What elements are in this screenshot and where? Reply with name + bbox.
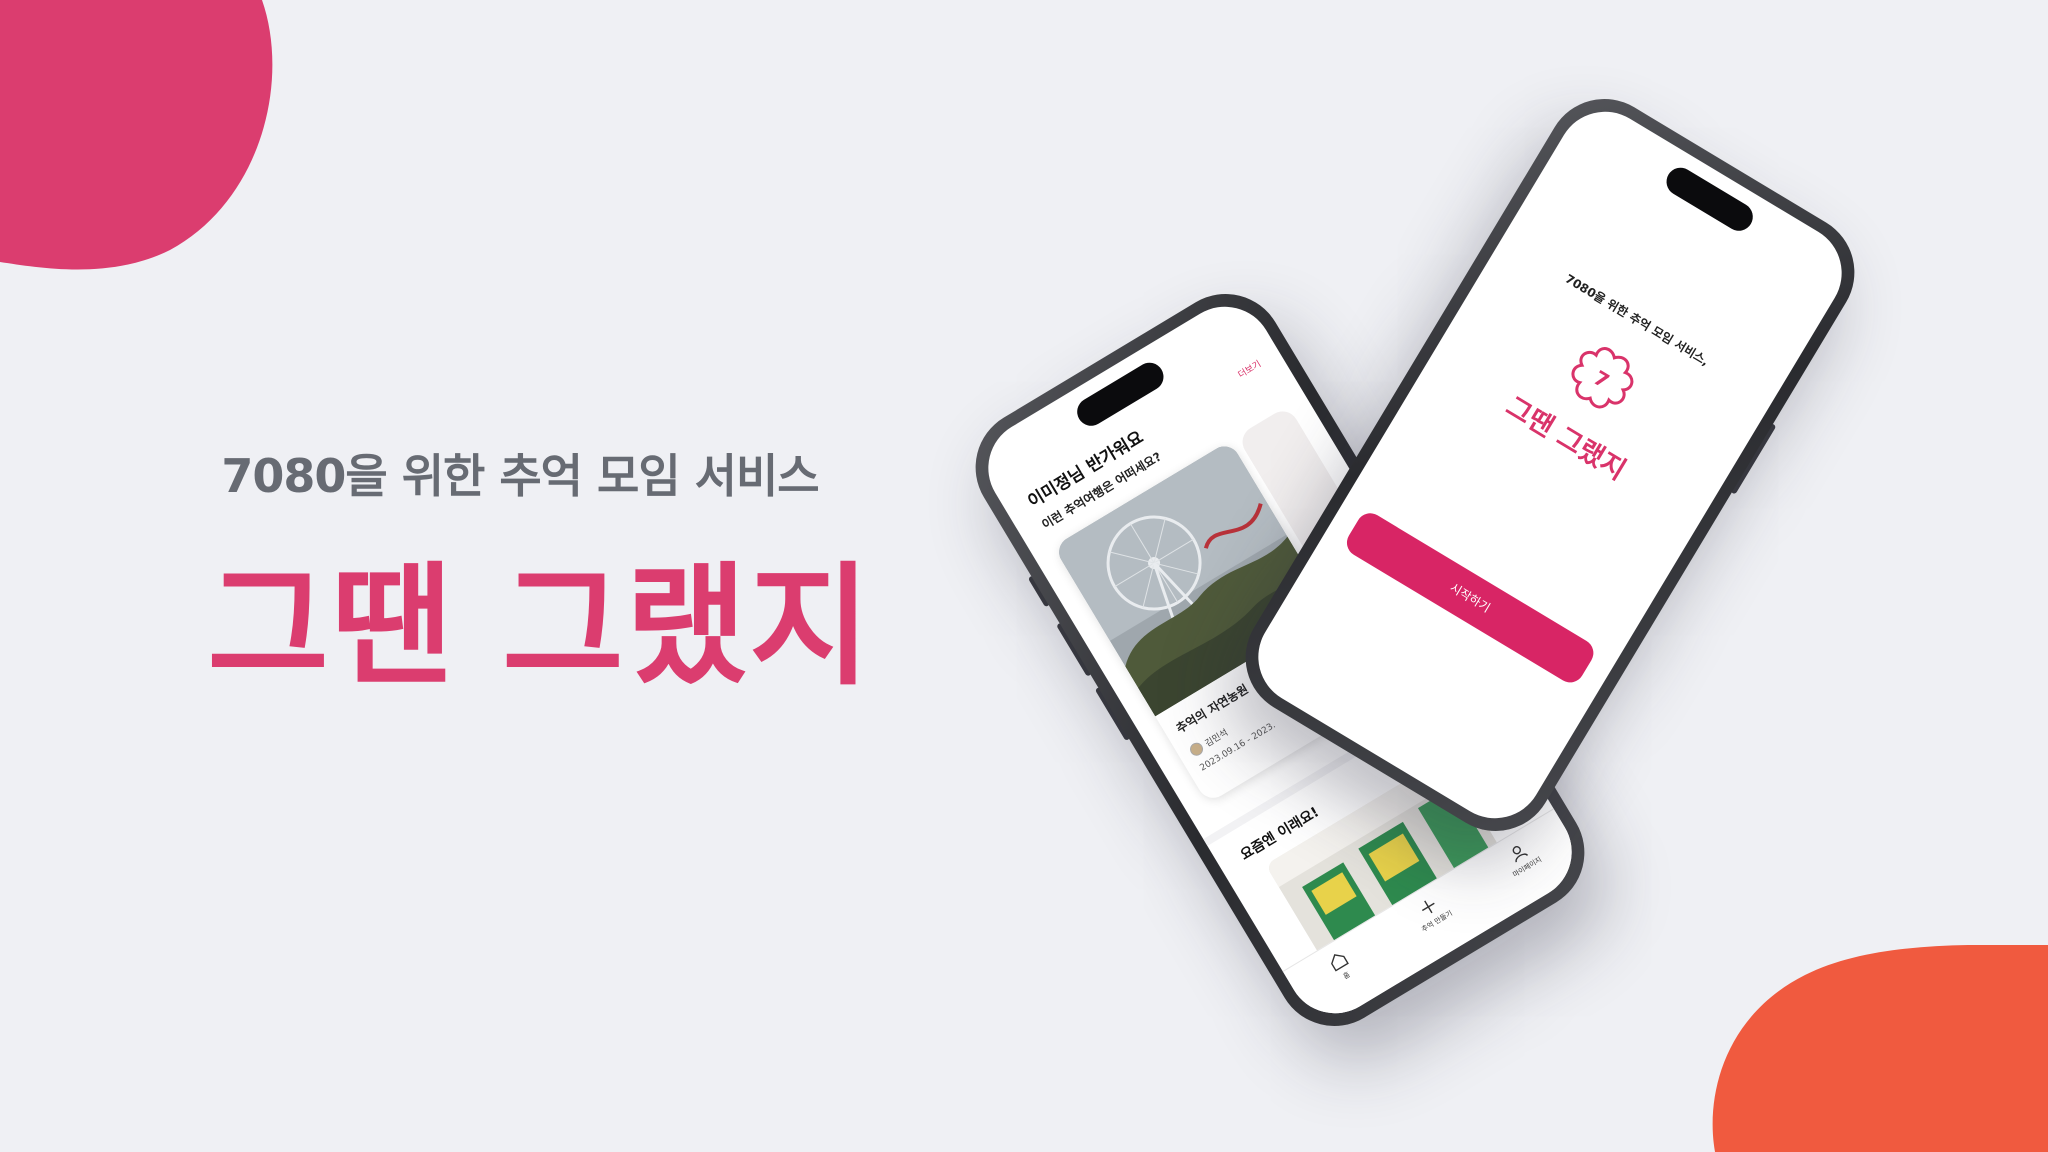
card-author: 김민석 [1203, 727, 1230, 749]
decorative-pink-blob [0, 0, 273, 270]
app-promo-banner: 7080을 위한 추억 모임 서비스 그땐 그랬지 이미정님 반가워요 더보기 … [0, 0, 2048, 1152]
avatar [1187, 739, 1206, 758]
hero-title: 그땐 그랬지 [207, 550, 873, 704]
decorative-orange-blob [1712, 945, 2048, 1152]
svg-text:7: 7 [1589, 365, 1613, 393]
brand-name: 그땐 그랬지 [1500, 391, 1631, 487]
hero-subtitle: 7080을 위한 추억 모임 서비스 [221, 449, 819, 503]
start-button[interactable]: 시작하기 [1341, 508, 1599, 688]
tab-label: 홈 [1341, 970, 1352, 981]
see-more-link[interactable]: 더보기 [1235, 357, 1263, 380]
flower-logo-icon: 7 [1571, 347, 1634, 409]
